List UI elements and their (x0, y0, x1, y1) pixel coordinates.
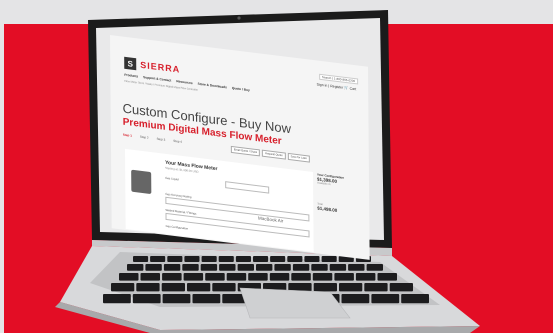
keyboard-key (200, 264, 218, 271)
keyboard-key (377, 273, 397, 281)
signin-link[interactable]: Sign in | Register (317, 82, 344, 89)
keyboard-key (248, 273, 268, 281)
keyboard-key (119, 273, 139, 281)
keyboard-key (132, 294, 161, 304)
photo-stage: Search | 1-800-866-0200 S SIERRA Sign in… (0, 0, 553, 333)
keyboard-key (127, 264, 144, 271)
email-quote-button[interactable]: Email Quote / Share (230, 145, 261, 157)
keyboard-key (184, 256, 200, 262)
keyboard-key (389, 283, 413, 292)
keyboard-key (256, 264, 273, 271)
keyboard-key (133, 256, 149, 262)
tab-step-2[interactable]: Step 2 (140, 135, 149, 140)
keyboard-key (183, 273, 204, 281)
account-links[interactable]: Sign in | Register 🛒 Cart (317, 82, 357, 91)
nav-support[interactable]: Support & Contact (143, 75, 171, 82)
keyboard-key (401, 294, 429, 304)
keyboard-key (163, 264, 181, 271)
step-actions: Email Quote / Share Request Quote Save f… (230, 145, 311, 163)
keyboard-key (253, 256, 269, 262)
keyboard-key (237, 264, 254, 271)
keyboard-key (161, 283, 185, 292)
keyboard-key (235, 256, 251, 262)
nav-quote[interactable]: Quote / Buy (232, 86, 250, 92)
keyboard-key (218, 256, 234, 262)
keyboard-key (103, 294, 131, 304)
keyboard-key (366, 264, 383, 271)
field-label-config: Gas Configuration (165, 223, 189, 231)
nav-resources[interactable]: Resources (176, 79, 192, 85)
keyboard-key (321, 256, 337, 262)
summary-panel: Your Configuration $1,398.00 Available i… (317, 172, 360, 257)
tab-step-1[interactable]: Step 1 (123, 133, 132, 138)
keyboard-key (136, 283, 160, 292)
keyboard-key (334, 273, 354, 281)
step-tabs: Step 1 Step 2 Step 3 Step 4 (123, 133, 182, 144)
keyboard-key (140, 273, 160, 281)
logo-text: SIERRA (140, 59, 181, 75)
keyboard-key (270, 256, 286, 262)
keyboard-key (201, 256, 217, 262)
keyboard-key (291, 273, 311, 281)
logo-mark: S (124, 56, 137, 71)
keyboard-key (304, 256, 320, 262)
flow-select[interactable] (225, 181, 270, 194)
keyboard-key (313, 283, 337, 292)
keyboard-key (145, 264, 162, 271)
keyboard-key (269, 273, 290, 281)
cart-link[interactable]: Cart (350, 86, 357, 91)
keyboard-key (187, 283, 211, 292)
camera-dot (237, 16, 241, 20)
keyboard-key (162, 273, 182, 281)
keyboard-key (329, 264, 347, 271)
keyboard-key (292, 264, 310, 271)
keyboard-key (219, 264, 236, 271)
keyboard-key (312, 273, 333, 281)
keyboard-key (371, 294, 400, 304)
save-later-button[interactable]: Save for Later (287, 152, 311, 163)
request-quote-button[interactable]: Request Quote (262, 149, 286, 160)
keyboard-key (182, 264, 199, 271)
keyboard-key (339, 283, 363, 292)
keyboard-key (364, 283, 388, 292)
keyboard-key (212, 283, 236, 292)
keyboard-key (162, 294, 191, 304)
tab-step-4[interactable]: Step 4 (173, 139, 182, 144)
product-image (131, 169, 152, 195)
cart-icon[interactable]: 🛒 (344, 86, 348, 91)
keyboard-key (274, 264, 291, 271)
browser-screen: Search | 1-800-866-0200 S SIERRA Sign in… (110, 35, 370, 260)
keyboard-key (150, 256, 166, 262)
keyboard-key (341, 294, 370, 304)
keyboard-key (167, 256, 183, 262)
keyboard-key (192, 294, 221, 304)
keyboard-key (287, 256, 303, 262)
keyboard-key (311, 264, 328, 271)
nav-products[interactable]: Products (124, 73, 138, 79)
keyboard-key (226, 273, 247, 281)
keyboard-key (355, 273, 376, 281)
keyboard-key (111, 283, 135, 292)
nav-store[interactable]: Store & Downloads (198, 82, 227, 90)
tab-step-3[interactable]: Step 3 (157, 137, 166, 142)
keyboard-key (348, 264, 365, 271)
keyboard-key (205, 273, 225, 281)
field-label-flow: Gas Liquid (165, 175, 179, 182)
